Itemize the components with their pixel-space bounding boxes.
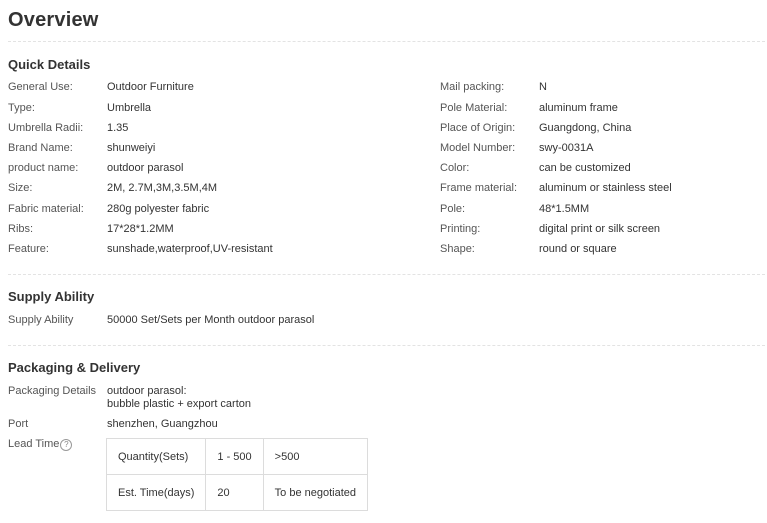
spec-label: Feature: [8,243,49,255]
spec-value: round or square [539,243,617,255]
spec-value: 2M, 2.7M,3M,3.5M,4M [107,182,218,194]
spec-value: Guangdong, China [539,122,632,134]
supply-ability-value: 50000 Set/Sets per Month outdoor parasol [107,314,315,326]
spec-value: Umbrella [107,102,152,114]
spec-value: Outdoor Furniture [107,81,194,93]
help-icon[interactable]: ? [60,439,73,451]
spec-label: Printing: [440,223,481,235]
spec-value: 1.35 [107,122,129,134]
table-cell: 1 - 500 [205,438,264,475]
packaging-details-line1: outdoor parasol: [107,385,187,397]
spec-value: sunshade,waterproof,UV-resistant [107,243,273,255]
spec-label: Shape: [440,243,475,255]
lead-time-label: Lead Time [8,438,60,450]
spec-value: aluminum or stainless steel [539,182,672,194]
spec-label: Fabric material: [8,203,84,215]
spec-label: product name: [8,162,79,174]
spec-value: shunweiyi [107,142,156,154]
table-cell: >500 [262,438,369,475]
divider [8,274,765,275]
spec-value: can be customized [539,162,631,174]
spec-label: Frame material: [440,182,518,194]
table-cell: 20 [205,474,264,511]
quick-details-heading: Quick Details [8,57,91,72]
port-label: Port [8,418,29,430]
product-overview-page: Overview Quick Details General Use: Outd… [0,0,767,523]
spec-value: 17*28*1.2MM [107,223,174,235]
spec-label: Ribs: [8,223,34,235]
spec-value: digital print or silk screen [539,223,661,235]
packaging-details-line2: bubble plastic + export carton [107,398,252,410]
divider [8,41,765,42]
packaging-details-label: Packaging Details [8,385,97,397]
spec-value: 48*1.5MM [539,203,590,215]
page-title: Overview [8,9,99,31]
lead-time-label-wrap: Lead Time? [8,438,73,451]
table-row: Est. Time(days) 20 To be negotiated [105,474,369,511]
spec-label: Color: [440,162,470,174]
table-row: Quantity(Sets) 1 - 500 >500 [105,438,369,475]
spec-label: General Use: [8,81,73,93]
spec-label: Pole Material: [440,102,508,114]
packaging-delivery-heading: Packaging & Delivery [8,360,141,375]
spec-value: 280g polyester fabric [107,203,210,215]
spec-label: Umbrella Radii: [8,122,84,134]
spec-label: Pole: [440,203,466,215]
spec-value: N [539,81,547,93]
spec-value: swy-0031A [539,142,594,154]
spec-label: Model Number: [440,142,516,154]
port-value: shenzhen, Guangzhou [107,418,218,430]
table-cell: Quantity(Sets) [105,438,207,475]
divider [8,345,765,346]
lead-time-table: Quantity(Sets) 1 - 500 >500 Est. Time(da… [105,438,369,511]
table-cell: Est. Time(days) [105,474,207,511]
spec-label: Type: [8,102,35,114]
spec-value: outdoor parasol [107,162,184,174]
supply-ability-label: Supply Ability [8,314,74,326]
spec-label: Place of Origin: [440,122,516,134]
spec-label: Mail packing: [440,81,505,93]
spec-label: Brand Name: [8,142,73,154]
supply-ability-heading: Supply Ability [8,289,95,304]
spec-value: aluminum frame [539,102,618,114]
table-cell: To be negotiated [262,474,369,511]
spec-label: Size: [8,182,33,194]
